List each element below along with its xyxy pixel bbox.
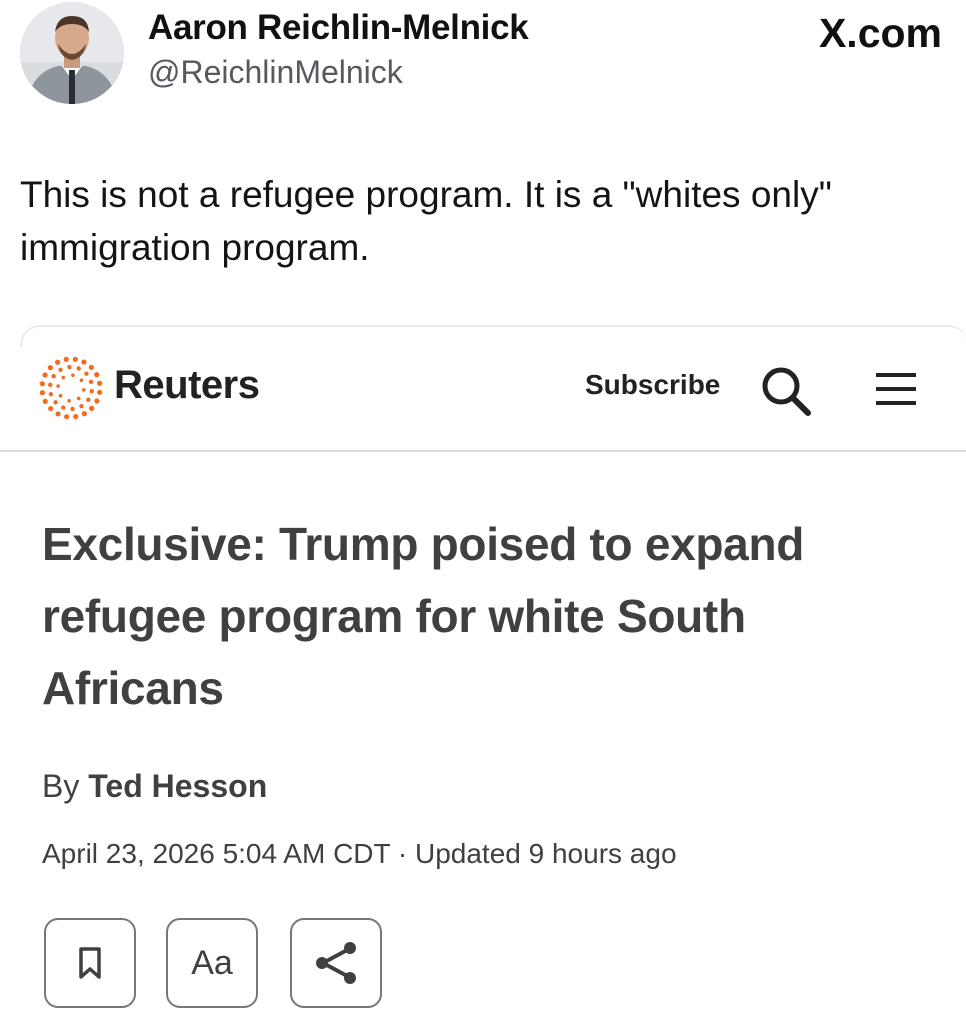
logo-dot (72, 356, 78, 362)
logo-dot (61, 405, 66, 410)
author-handle[interactable]: @ReichlinMelnick (148, 54, 403, 91)
logo-dot (73, 414, 79, 420)
menu-icon[interactable] (872, 369, 918, 409)
logo-dot (81, 411, 87, 417)
byline-prefix: By (42, 768, 80, 804)
logo-dot (55, 411, 61, 417)
logo-dot (51, 373, 56, 379)
search-icon[interactable] (758, 363, 814, 419)
logo-dot (55, 359, 61, 365)
byline: By Ted Hesson (42, 768, 267, 805)
reuters-header: Reuters Subscribe (0, 345, 966, 451)
logo-dot (76, 396, 81, 401)
article-dateline: April 23, 2026 5:04 AM CDT · Updated 9 h… (42, 838, 677, 869)
logo-dot (61, 375, 66, 380)
reuters-logo-icon[interactable] (38, 355, 104, 421)
logo-dot (39, 390, 45, 396)
logo-dot (67, 399, 71, 403)
logo-dot (97, 389, 103, 395)
logo-dot (39, 381, 45, 387)
article-headline[interactable]: Exclusive: Trump poised to expand refuge… (42, 508, 922, 724)
logo-dot (79, 403, 84, 409)
logo-dot (94, 372, 100, 378)
logo-dot (79, 378, 84, 383)
logo-dot (58, 393, 63, 398)
avatar[interactable] (20, 2, 124, 104)
logo-dot (88, 379, 94, 385)
logo-dot (94, 398, 100, 404)
logo-dot (42, 372, 48, 378)
logo-dot (48, 382, 53, 388)
logo-dot (71, 373, 75, 377)
bookmark-button[interactable] (44, 918, 136, 1008)
logo-dot (89, 388, 94, 394)
logo-dot (63, 356, 69, 362)
logo-dot (67, 364, 72, 370)
site-label: X.com (818, 10, 942, 56)
logo-dot (76, 366, 81, 371)
logo-dot (88, 364, 94, 370)
logo-dot (48, 391, 54, 397)
author-name[interactable]: Aaron Reichlin-Melnick (148, 8, 529, 48)
byline-author[interactable]: Ted Hesson (88, 768, 267, 804)
logo-dot (84, 371, 89, 376)
subscribe-button[interactable]: Subscribe (585, 369, 720, 401)
article-card-border (20, 325, 966, 347)
logo-dot (70, 406, 75, 412)
logo-dot (81, 359, 87, 365)
logo-dot (48, 406, 54, 412)
logo-dot (97, 380, 103, 386)
logo-dot (82, 388, 86, 392)
text-size-button[interactable]: Aa (166, 918, 258, 1008)
logo-dot (89, 405, 95, 411)
text-size-label: Aa (191, 943, 233, 982)
logo-dot (56, 384, 60, 388)
logo-dot (86, 397, 91, 403)
logo-dot (42, 398, 48, 404)
logo-dot (47, 365, 53, 371)
logo-dot (58, 367, 63, 373)
logo-dot (64, 414, 70, 420)
share-button[interactable] (290, 918, 382, 1008)
tweet-text: This is not a refugee program. It is a "… (20, 174, 832, 268)
bookmark-icon (79, 947, 101, 979)
logo-dot (53, 400, 58, 405)
share-icon (316, 942, 356, 984)
reuters-wordmark[interactable]: Reuters (114, 363, 260, 408)
header-divider (0, 450, 966, 452)
